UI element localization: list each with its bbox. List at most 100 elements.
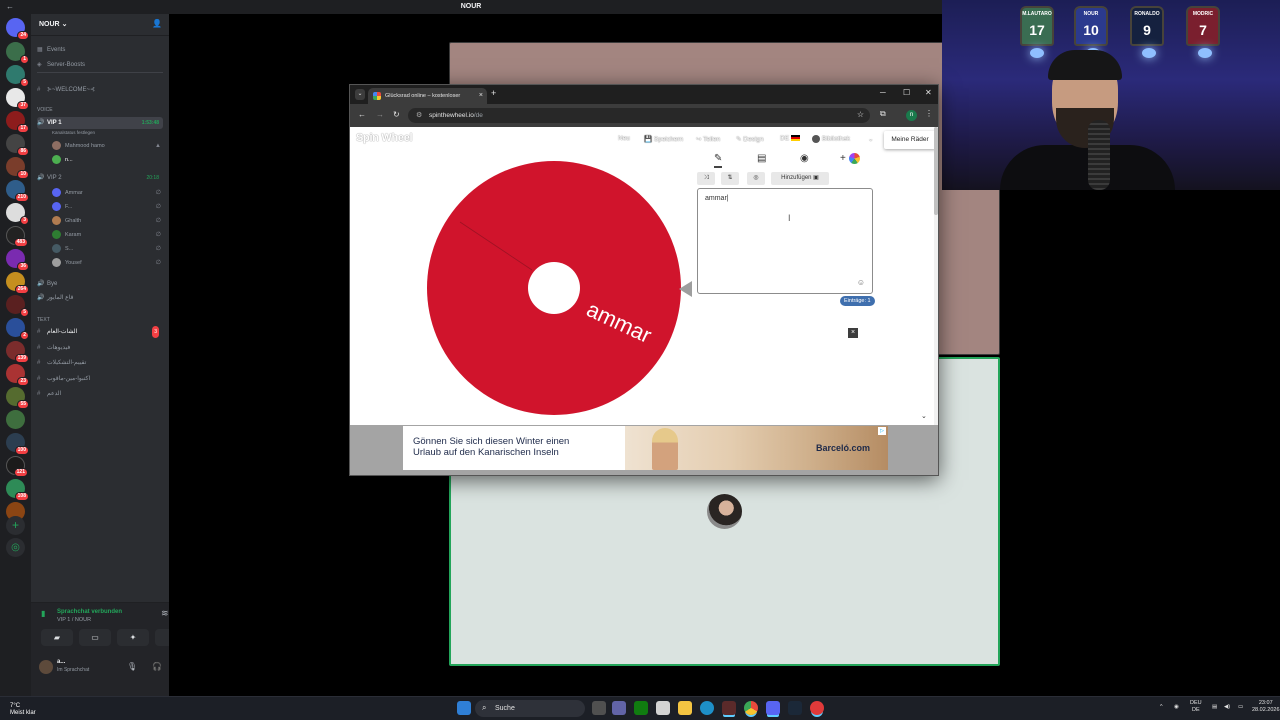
mic-icon[interactable]: 🎙	[127, 662, 137, 671]
headphones-icon[interactable]: 🎧	[152, 662, 162, 671]
voice-member[interactable]: Yousef ∅	[52, 257, 163, 269]
add-wheel-icon[interactable]: +	[840, 153, 860, 164]
voice-member[interactable]: n...	[52, 154, 163, 166]
nav-share[interactable]: ↪ Teilen	[696, 135, 720, 143]
nav-more[interactable]: ⌄	[868, 135, 873, 143]
hide-eye-icon[interactable]: ◉	[800, 153, 809, 164]
screenshare-button[interactable]: ▭	[79, 629, 111, 646]
entries-textarea[interactable]: ammar| I ☺	[697, 188, 873, 294]
voice-member[interactable]: Ghalth ∅	[52, 215, 163, 227]
clipboard-icon[interactable]: ▤	[757, 153, 766, 164]
wheel-svg[interactable]: ammar	[420, 156, 704, 420]
server-icon[interactable]: 108	[6, 479, 29, 501]
steam-icon[interactable]	[788, 701, 802, 715]
channel-afk[interactable]: 🔊 Bye	[37, 278, 163, 290]
server-icon[interactable]: 2	[6, 318, 29, 340]
obs-icon[interactable]	[810, 701, 824, 715]
my-wheels-button[interactable]: Meine Räder	[884, 131, 936, 149]
server-boosts-item[interactable]: ◈ Server-Boosts	[37, 59, 163, 71]
tray-chevron-icon[interactable]: ^	[1160, 704, 1163, 711]
windows-start-icon[interactable]	[457, 701, 471, 715]
nav-library[interactable]: Bibliothek	[812, 135, 850, 143]
add-server-icon[interactable]: +	[6, 516, 25, 535]
clock[interactable]: 23:07 28.02.2026	[1252, 700, 1280, 714]
server-icon[interactable]: 139	[6, 341, 29, 363]
back-icon[interactable]: ←	[358, 110, 366, 119]
tab-spinthewheel[interactable]: Glücksrad online – kostenloser ×	[368, 88, 487, 104]
avatar[interactable]	[39, 660, 53, 674]
noise-suppression-icon[interactable]: ≋	[161, 608, 169, 619]
server-icon[interactable]: 86	[6, 134, 29, 156]
server-icon[interactable]: 100	[6, 433, 29, 455]
voice-member[interactable]: Ammar ∅	[52, 187, 163, 199]
site-info-icon[interactable]: ⚙	[416, 111, 422, 119]
network-icon[interactable]: ▤	[1212, 704, 1217, 711]
spin-wheel[interactable]: ammar	[420, 156, 704, 420]
nav-language[interactable]: DE	[780, 135, 800, 142]
store-icon[interactable]	[656, 701, 670, 715]
explore-icon[interactable]: ◎	[6, 538, 25, 557]
server-icon[interactable]: 3	[6, 203, 29, 225]
channel-status[interactable]: Kanalstatus festlegen	[52, 127, 163, 139]
nav-save[interactable]: 💾 Speichern	[644, 135, 683, 143]
chevron-down-icon[interactable]: ⌄	[921, 412, 927, 420]
shuffle-button[interactable]: ⤨	[697, 172, 715, 185]
voice-member[interactable]: Karam ∅	[52, 229, 163, 241]
server-icon[interactable]: 17	[6, 111, 29, 133]
edit-pencil-icon[interactable]: ✎	[714, 153, 723, 168]
sort-button[interactable]: ⇅	[721, 172, 739, 185]
channel-ratings[interactable]: # تقييم-التشكيلات	[37, 357, 163, 369]
server-icon[interactable]	[6, 410, 25, 429]
server-icon[interactable]: 210	[6, 180, 29, 202]
server-icon[interactable]: 121	[6, 456, 28, 477]
channel-welcome[interactable]: # ⊱~WELCOME~⊰	[37, 84, 163, 96]
server-icon[interactable]: 5	[6, 65, 29, 87]
ad-banner[interactable]: Gönnen Sie sich diesen Winter einen Urla…	[403, 426, 888, 470]
server-icon[interactable]: 1	[6, 42, 29, 64]
discord-icon[interactable]	[766, 701, 780, 715]
tab-search-icon[interactable]: ⌄	[355, 89, 365, 100]
category-voice[interactable]: VOICE	[37, 104, 163, 116]
bookmark-star-icon[interactable]: ☆	[857, 110, 864, 119]
channel-voice-other[interactable]: 🔊 قاع المايور	[37, 292, 163, 304]
close-ad-icon[interactable]: ×	[848, 328, 858, 338]
volume-icon[interactable]: ◀)	[1224, 704, 1230, 711]
add-image-button[interactable]: Hinzufügen ▣	[771, 172, 829, 185]
minimize-icon[interactable]: ─	[880, 88, 886, 97]
battery-icon[interactable]: ▭	[1238, 704, 1243, 711]
server-icon[interactable]: 10	[6, 157, 29, 179]
capcut-icon[interactable]	[722, 701, 736, 715]
camera-button[interactable]: ▰	[41, 629, 73, 646]
channel-vip2[interactable]: 🔊 VIP 2 20:18	[37, 172, 163, 184]
channel-general[interactable]: # الشات-العام 3	[37, 326, 163, 338]
discord-home-icon[interactable]: 24	[6, 18, 29, 40]
activities-button[interactable]: ✦	[117, 629, 149, 646]
tray-app-icon[interactable]: ◉	[1174, 704, 1179, 711]
channel-videos[interactable]: # فيديوهات	[37, 342, 163, 354]
language-indicator[interactable]: DEU DE	[1190, 700, 1202, 714]
menu-kebab-icon[interactable]: ⋮	[925, 109, 933, 118]
chrome-icon[interactable]	[744, 701, 758, 715]
forward-icon[interactable]: →	[376, 110, 384, 119]
server-icon[interactable]: 36	[6, 249, 29, 271]
category-text[interactable]: TEXT	[37, 314, 163, 326]
voice-channel-label[interactable]: VIP 1 / NOUR	[57, 617, 91, 623]
server-icon[interactable]: 37	[6, 88, 29, 110]
voice-member[interactable]: S... ∅	[52, 243, 163, 255]
close-tab-icon[interactable]: ×	[479, 92, 483, 99]
wheel-center[interactable]	[528, 262, 580, 314]
nav-design[interactable]: ✎ Design	[736, 135, 764, 143]
maximize-icon[interactable]: ☐	[903, 88, 910, 97]
site-logo[interactable]: Spin Wheel	[356, 132, 413, 144]
extensions-icon[interactable]: ⧉	[880, 109, 886, 119]
server-icon[interactable]: 483	[6, 226, 28, 247]
scrollbar[interactable]	[934, 127, 938, 425]
server-header[interactable]: NOUR ⌄ 👤	[31, 14, 169, 36]
voice-member[interactable]: Mahmood hamo ▲	[52, 140, 163, 152]
taskbar-search[interactable]: ⌕ Suche	[475, 700, 585, 717]
task-view-icon[interactable]	[592, 701, 606, 715]
new-tab-icon[interactable]: +	[491, 88, 496, 98]
channel-support[interactable]: # الدعم	[37, 388, 163, 400]
advanced-button[interactable]: ◎	[747, 172, 765, 185]
invite-user-icon[interactable]: 👤	[152, 19, 162, 28]
